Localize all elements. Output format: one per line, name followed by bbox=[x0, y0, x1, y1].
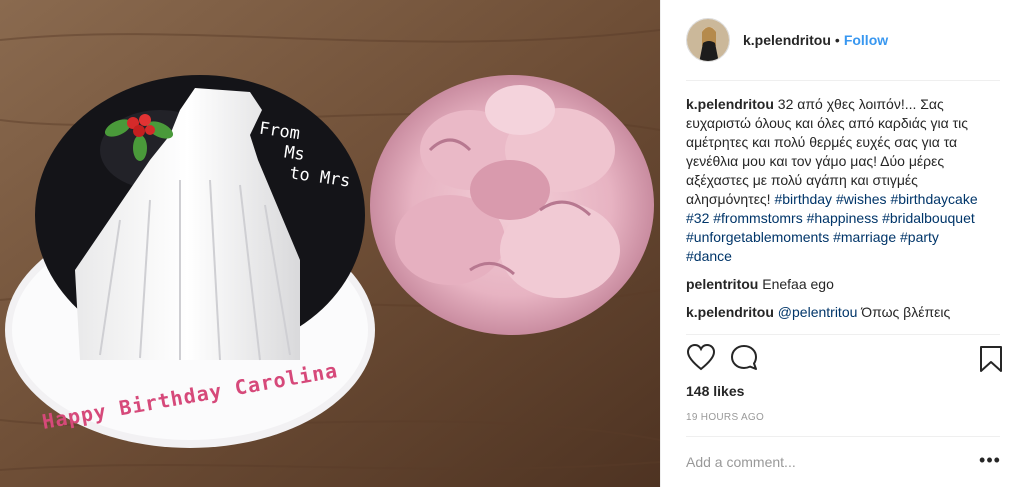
hashtag-link[interactable]: #unforgetablemoments bbox=[686, 229, 829, 245]
comment-text: Όπως βλέπεις bbox=[861, 304, 951, 320]
bookmark-icon bbox=[980, 346, 1002, 372]
comment-mention[interactable]: @pelentritou bbox=[778, 304, 858, 320]
hashtag-link[interactable]: #wishes bbox=[836, 191, 887, 207]
hashtag-link[interactable]: #dance bbox=[686, 248, 732, 264]
list-item: pelentritou Enefaa ego bbox=[686, 275, 986, 294]
action-bar bbox=[686, 343, 1006, 375]
comment-text: Enefaa ego bbox=[762, 276, 834, 292]
follow-button[interactable]: Follow bbox=[844, 32, 888, 48]
caption: k.pelendritou 32 από χθες λοιπόν!... Σας… bbox=[686, 95, 986, 266]
like-button[interactable] bbox=[686, 343, 716, 373]
hashtag-link[interactable]: #birthday bbox=[774, 191, 832, 207]
heart-icon bbox=[686, 343, 716, 371]
hashtag-link[interactable]: #birthdaycake bbox=[890, 191, 977, 207]
post-sidebar: k.pelendritou • Follow k.pelendritou 32 … bbox=[660, 0, 1010, 487]
header-divider bbox=[686, 80, 1000, 81]
add-comment-input[interactable] bbox=[686, 452, 946, 472]
avatar-icon bbox=[687, 19, 729, 61]
comment-username[interactable]: pelentritou bbox=[686, 276, 758, 292]
hashtag-link[interactable]: #frommstomrs bbox=[713, 210, 802, 226]
hashtag-link[interactable]: #bridalbouquet bbox=[882, 210, 975, 226]
caption-username[interactable]: k.pelendritou bbox=[686, 96, 774, 112]
post-timestamp[interactable]: 19 HOURS AGO bbox=[686, 412, 764, 423]
more-options-button[interactable]: ••• bbox=[979, 451, 1001, 472]
comments-list: k.pelendritou 32 από χθες λοιπόν!... Σας… bbox=[686, 95, 986, 335]
post-header: k.pelendritou • Follow bbox=[661, 0, 1010, 80]
comment-button[interactable] bbox=[729, 343, 759, 373]
header-username[interactable]: k.pelendritou bbox=[743, 32, 831, 48]
save-button[interactable] bbox=[978, 345, 1004, 373]
hashtag-link[interactable]: #party bbox=[900, 229, 939, 245]
likes-count[interactable]: 148 likes bbox=[686, 383, 744, 399]
comment-username[interactable]: k.pelendritou bbox=[686, 304, 774, 320]
actions-divider bbox=[686, 334, 1000, 335]
post-image[interactable]: From Ms to Mrs Happy Birthday Carolina bbox=[0, 0, 660, 487]
hashtag-link[interactable]: #32 bbox=[686, 210, 709, 226]
hashtag-link[interactable]: #marriage bbox=[833, 229, 896, 245]
list-item: k.pelendritou @pelentritou Όπως βλέπεις bbox=[686, 303, 986, 322]
comment-bubble-icon bbox=[731, 345, 757, 370]
avatar[interactable] bbox=[686, 18, 730, 62]
hashtag-link[interactable]: #happiness bbox=[807, 210, 879, 226]
comment-divider bbox=[686, 436, 1000, 437]
header-separator: • bbox=[834, 32, 840, 48]
